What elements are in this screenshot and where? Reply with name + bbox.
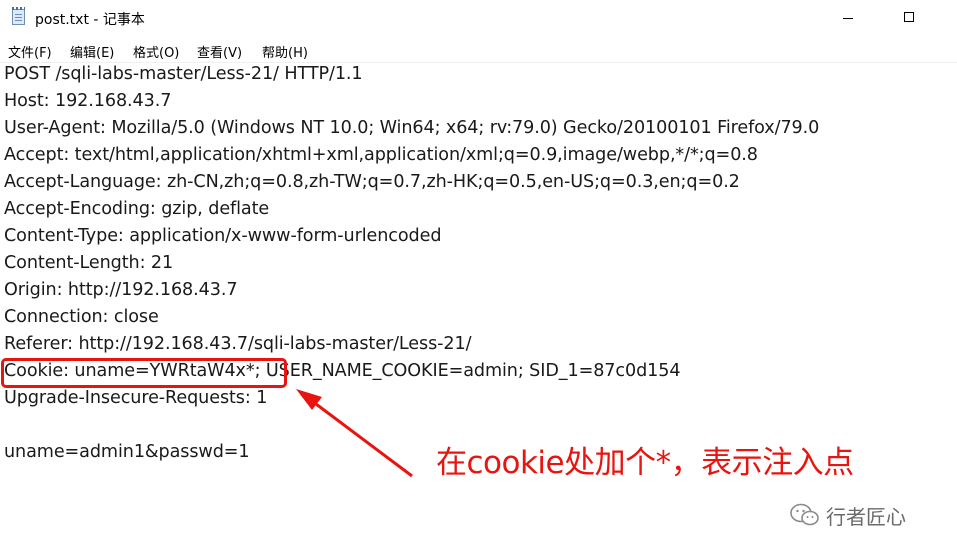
notepad-icon (12, 7, 25, 25)
editor-line: Origin: http://192.168.43.7 (4, 280, 238, 300)
editor-line: Content-Length: 21 (4, 253, 174, 273)
editor-line: POST /sqli-labs-master/Less-21/ HTTP/1.1 (4, 64, 363, 84)
editor-line: Accept-Encoding: gzip, deflate (4, 199, 270, 219)
editor-line: Accept: text/html,application/xhtml+xml,… (4, 145, 758, 165)
window-title: post.txt - 记事本 (35, 12, 145, 28)
editor-line: Accept-Language: zh-CN,zh;q=0.8,zh-TW;q=… (4, 172, 740, 192)
editor-line: Referer: http://192.168.43.7/sqli-labs-m… (4, 334, 472, 354)
menu-view[interactable]: 查看(V) (197, 42, 242, 61)
minimize-button[interactable] (825, 0, 871, 36)
watermark: 行者匠心 (790, 501, 906, 529)
menu-format[interactable]: 格式(O) (133, 42, 179, 61)
annotation-text: 在cookie处加个*，表示注入点 (436, 445, 854, 481)
wechat-icon (790, 503, 819, 526)
cookie-highlight-box (1, 358, 287, 388)
menu-bar: 文件(F) 编辑(E) 格式(O) 查看(V) 帮助(H) (0, 36, 957, 62)
maximize-button[interactable] (886, 0, 932, 36)
title-bar: post.txt - 记事本 (0, 0, 957, 36)
editor-line: Connection: close (4, 307, 159, 327)
menu-file[interactable]: 文件(F) (8, 42, 52, 61)
editor-line: Upgrade-Insecure-Requests: 1 (4, 388, 268, 408)
menu-help[interactable]: 帮助(H) (262, 42, 308, 61)
editor-line: Content-Type: application/x-www-form-url… (4, 226, 442, 246)
editor-line: User-Agent: Mozilla/5.0 (Windows NT 10.0… (4, 118, 820, 138)
editor-line: Host: 192.168.43.7 (4, 91, 172, 111)
menu-edit[interactable]: 编辑(E) (70, 42, 114, 61)
watermark-text: 行者匠心 (826, 504, 906, 529)
editor-line: uname=admin1&passwd=1 (4, 442, 250, 462)
